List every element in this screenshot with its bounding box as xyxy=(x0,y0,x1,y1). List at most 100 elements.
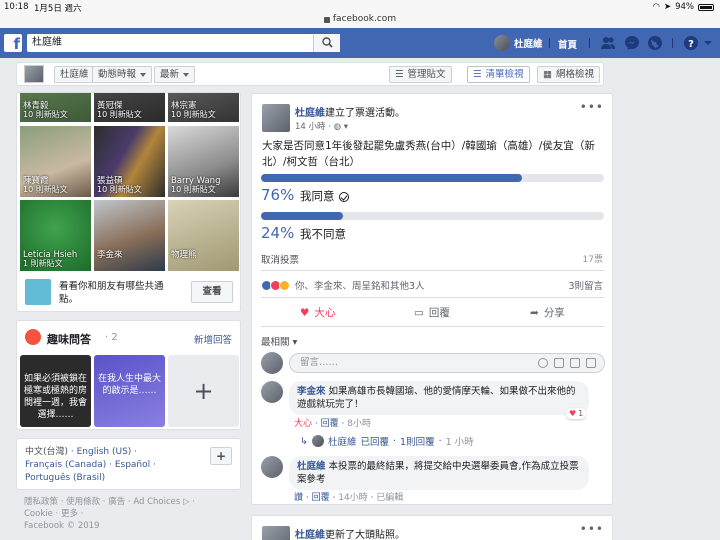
poll-option-label: 我不同意 xyxy=(300,227,346,241)
comment-love-link[interactable]: 大心 xyxy=(294,419,312,429)
sticker-icon[interactable] xyxy=(586,358,596,368)
comment-author[interactable]: 李金來 xyxy=(297,386,326,397)
grid-view-icon: ▦ xyxy=(543,69,552,80)
qa-question-card[interactable]: 如果必須被鎖在極寒或極熱的房間裡一週，我會選擇…… xyxy=(20,355,91,427)
reactions-summary[interactable]: 你、李金來、周呈銘和其他3人 xyxy=(261,278,425,292)
poll-bar[interactable] xyxy=(261,174,604,182)
sort-dropdown[interactable]: 最新 xyxy=(154,66,196,83)
friend-tile[interactable]: Leticia Hsieh 1 則新貼文 xyxy=(20,200,91,271)
reply-arrow-icon: ↳ xyxy=(300,435,308,447)
comment-bubble: 杜庭維 本投票的最終結果，將提交給中央選舉委員會,作為成立投票案參考 xyxy=(289,456,589,490)
friend-tile[interactable]: 林青毅 10 則新貼文 xyxy=(20,93,91,122)
home-link[interactable]: 首頁 xyxy=(558,37,577,51)
poll-percent: 24% xyxy=(261,224,295,242)
facebook-header: f 杜庭維 杜庭維 首頁 ? xyxy=(0,28,720,58)
header-profile-link[interactable]: 杜庭維 xyxy=(494,35,543,51)
poll-option[interactable]: 我同意 xyxy=(300,188,349,204)
post-author[interactable]: 杜庭維 xyxy=(295,108,325,119)
language-link[interactable]: Español xyxy=(115,460,150,470)
qa-question-card[interactable]: 在我人生中最大的啟示是…… xyxy=(94,355,165,427)
friend-requests-icon[interactable] xyxy=(600,35,616,51)
post-timestamp[interactable]: 14 小時 · ◍ ▾ xyxy=(295,120,348,132)
comments-count[interactable]: 3則留言 xyxy=(568,278,603,292)
comment-sort-dropdown[interactable]: 最相關 ▾ xyxy=(261,334,297,348)
comment-edited[interactable]: 已編輯 xyxy=(376,493,403,503)
notifications-globe-icon[interactable] xyxy=(647,35,663,51)
messenger-icon[interactable] xyxy=(624,35,640,51)
friend-post-count: 1 則新貼文 xyxy=(23,259,63,268)
post-author[interactable]: 杜庭維 xyxy=(295,530,325,540)
cancel-vote-link[interactable]: 取消投票 xyxy=(261,252,299,266)
comment-meta: 大心 · 回覆 · 8小時 xyxy=(294,419,371,429)
add-answer-link[interactable]: 新增回答 xyxy=(194,332,232,346)
language-link[interactable]: Português (Brasil) xyxy=(25,473,105,483)
friend-post-count: 10 則新貼文 xyxy=(171,185,216,194)
footer-links[interactable]: Cookie · 更多 · xyxy=(24,508,233,520)
add-question-button[interactable]: + xyxy=(168,355,239,427)
wow-reaction-icon xyxy=(279,279,290,291)
share-button[interactable]: ➦ 分享 xyxy=(530,305,565,320)
comment-time[interactable]: 14小時 xyxy=(338,493,367,503)
suggestion-text: 看看你和朋友有哪些共通點。 xyxy=(59,281,164,305)
chevron-down-icon[interactable] xyxy=(703,35,713,51)
friend-tile[interactable]: 李金來 xyxy=(94,200,165,271)
avatar[interactable] xyxy=(262,526,290,540)
search-button[interactable] xyxy=(313,34,340,52)
more-options-icon[interactable]: ••• xyxy=(580,100,604,114)
friend-tile[interactable]: 林宗憲 10 則新貼文 xyxy=(168,93,239,122)
help-icon[interactable]: ? xyxy=(683,35,699,51)
footer-links[interactable]: 隱私政策 · 使用條款 · 廣告 · Ad Choices ▷ · xyxy=(24,496,233,508)
avatar[interactable] xyxy=(262,104,290,132)
post-header: 杜庭維更新了大頭貼照。 xyxy=(295,526,405,540)
profile-name-button[interactable]: 杜庭維 xyxy=(54,66,95,83)
battery-percent: 94% xyxy=(675,2,694,12)
manage-posts-button[interactable]: ☰ 管理貼文 xyxy=(389,66,452,83)
friend-tile[interactable]: 陳寶霞 10 則新貼文 xyxy=(20,126,91,197)
divider xyxy=(261,297,604,298)
timeline-dropdown[interactable]: 動態時報 xyxy=(92,66,153,83)
poll-option-label: 我同意 xyxy=(300,189,335,203)
poll-option[interactable]: 我不同意 xyxy=(300,226,346,242)
avatar[interactable] xyxy=(261,456,283,478)
heart-icon: ♥ xyxy=(300,306,310,319)
language-link[interactable]: Français (Canada) xyxy=(25,460,106,470)
love-button[interactable]: ♥ 大心 xyxy=(300,305,335,320)
comment-meta: 讚 · 回覆 · 14小時 · 已編輯 xyxy=(294,493,404,503)
comment-input[interactable]: 留言…… xyxy=(289,353,605,373)
view-button[interactable]: 查看 xyxy=(191,281,233,303)
grid-view-button[interactable]: ▦ 網格檢視 xyxy=(537,66,600,83)
poll-bar[interactable] xyxy=(261,212,604,220)
search-input[interactable]: 杜庭維 xyxy=(27,34,340,52)
emoji-icon[interactable] xyxy=(538,358,548,368)
camera-icon[interactable] xyxy=(554,358,564,368)
profile-thumbnail[interactable] xyxy=(24,65,44,83)
address-bar[interactable]: facebook.com xyxy=(0,14,720,28)
add-language-button[interactable]: + xyxy=(210,447,232,465)
comment-author[interactable]: 杜庭維 xyxy=(297,461,326,472)
gif-icon[interactable] xyxy=(570,358,580,368)
avatar[interactable] xyxy=(261,381,283,403)
facebook-logo-icon[interactable]: f xyxy=(4,34,22,53)
comment-button[interactable]: ▭ 回覆 xyxy=(414,305,450,320)
comment-placeholder: 留言…… xyxy=(300,357,339,368)
replies-link[interactable]: ↳ 杜庭維 已回覆 · 1則回覆 · 1 小時 xyxy=(300,434,474,448)
status-time: 10:18 xyxy=(4,2,29,12)
comment-reply-link[interactable]: 回覆 xyxy=(321,419,339,429)
comment-reply-link[interactable]: 回覆 xyxy=(312,493,330,503)
comment-reaction-badge[interactable]: ♥ 1 xyxy=(566,408,587,419)
comment-like-link[interactable]: 讚 xyxy=(294,493,303,503)
friend-tile[interactable]: Barry Wang 10 則新貼文 xyxy=(168,126,239,197)
header-user-name: 杜庭維 xyxy=(514,39,543,50)
status-date: 1月5日 週六 xyxy=(34,4,82,14)
friend-tile[interactable]: 物理熊 xyxy=(168,200,239,271)
comment-time[interactable]: 8小時 xyxy=(347,419,371,429)
wifi-icon: ◠ xyxy=(652,2,660,12)
friend-tile[interactable]: 張益碩 10 則新貼文 xyxy=(94,126,165,197)
left-column: 林青毅 10 則新貼文 黃冠傑 10 則新貼文 林宗憲 10 則新貼文 陳寶霞 … xyxy=(16,92,241,532)
qa-icon xyxy=(25,329,41,345)
friend-tile[interactable]: 黃冠傑 10 則新貼文 xyxy=(94,93,165,122)
language-link[interactable]: English (US) xyxy=(77,447,132,457)
list-view-icon: ☰ xyxy=(473,69,482,80)
more-options-icon[interactable]: ••• xyxy=(580,522,604,536)
list-view-button[interactable]: ☰ 清單檢視 xyxy=(467,66,530,83)
